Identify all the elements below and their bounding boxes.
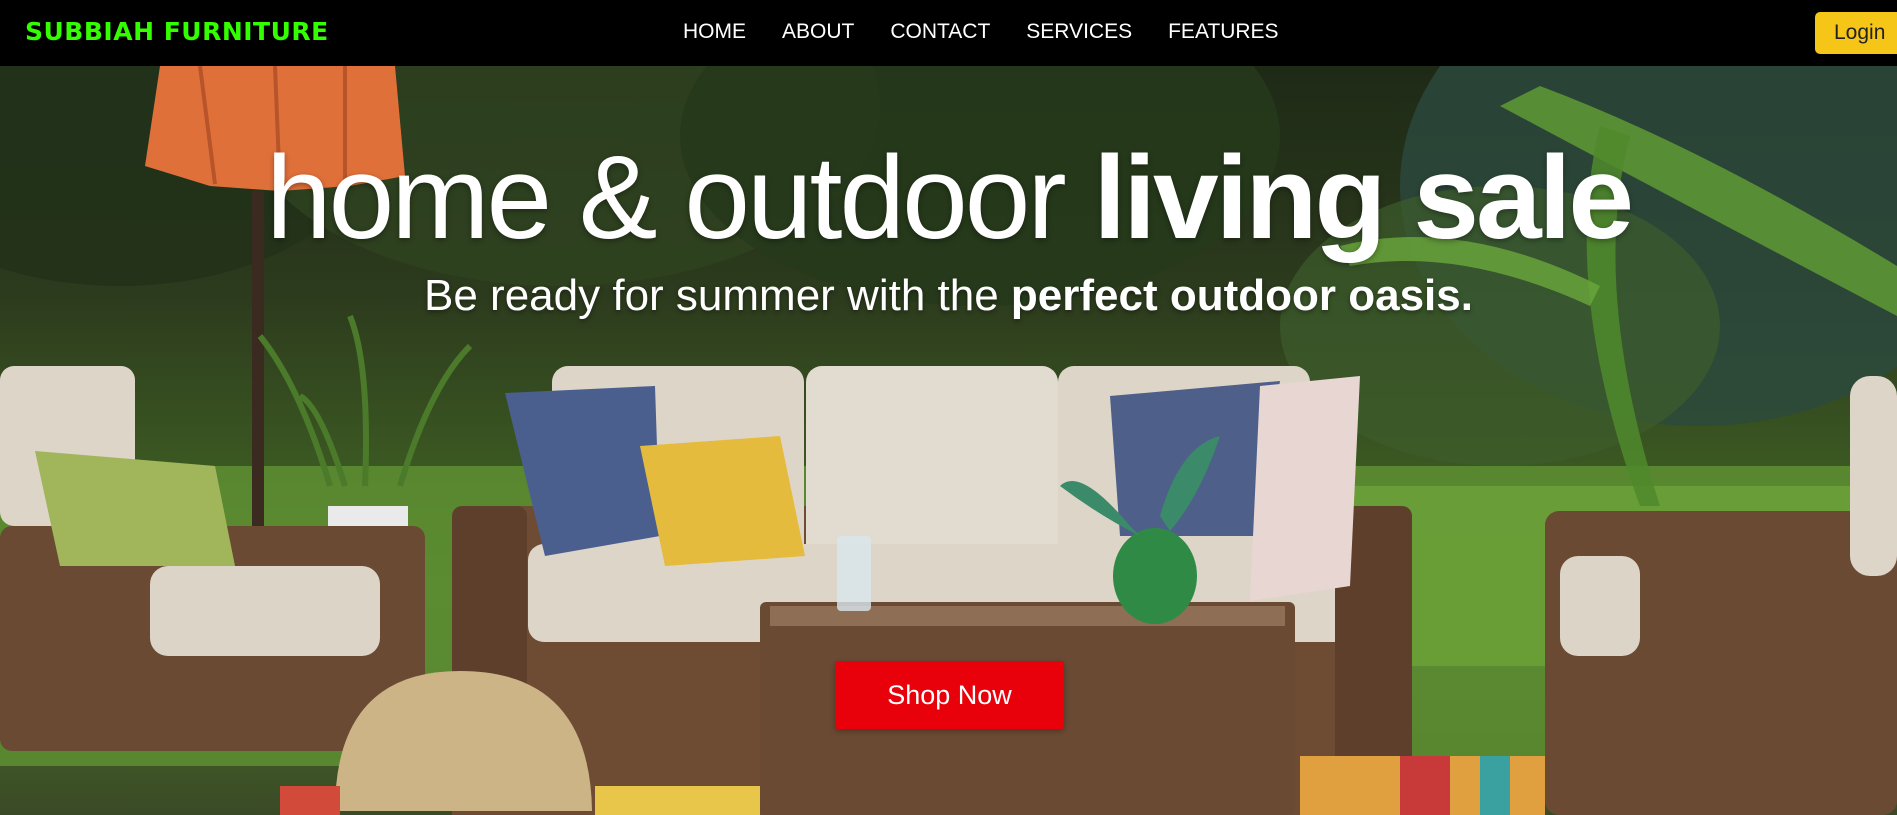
nav-link-features[interactable]: FEATURES [1168,20,1278,44]
hero-subheadline: Be ready for summer with the perfect out… [0,268,1897,324]
nav-links: HOME ABOUT CONTACT SERVICES FEATURES [683,20,1279,44]
nav-link-services[interactable]: SERVICES [1026,20,1132,44]
subline-light-text: Be ready for summer with the [424,271,1011,320]
hero-banner: home & outdoor living sale Be ready for … [0,66,1897,815]
headline-bold-text: living sale [1093,132,1634,264]
nav-link-about[interactable]: ABOUT [782,20,854,44]
nav-link-home[interactable]: HOME [683,20,746,44]
login-button[interactable]: Login [1815,12,1897,54]
subline-bold-text: perfect outdoor oasis. [1010,271,1473,320]
nav-link-contact[interactable]: CONTACT [890,20,990,44]
shop-now-button[interactable]: Shop Now [835,661,1064,729]
brand-logo-text[interactable]: SUBBIAH FURNITURE [25,17,329,46]
hero-headline: home & outdoor living sale [0,128,1897,268]
headline-light-text: home & outdoor [265,132,1094,264]
top-navbar: SUBBIAH FURNITURE HOME ABOUT CONTACT SER… [0,0,1897,66]
